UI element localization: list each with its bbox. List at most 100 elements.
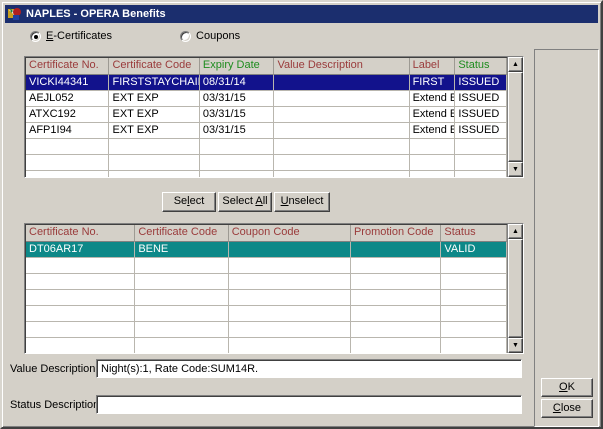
table-cell	[26, 322, 135, 338]
e-certificates-table: Certificate No.Certificate CodeExpiry Da…	[24, 56, 524, 178]
table-row[interactable]: AEJL052EXT EXP03/31/15 Extend ExpISSUED	[26, 91, 507, 107]
radio-coupons-label: Coupons	[196, 30, 240, 42]
dialog-button-panel: OK Close	[534, 49, 599, 427]
table-header-row: Certificate No.Certificate CodeCoupon Co…	[26, 225, 507, 242]
table-row[interactable]	[26, 139, 507, 155]
table-cell	[410, 139, 456, 155]
table-header-row: Certificate No.Certificate CodeExpiry Da…	[26, 58, 507, 75]
table-cell: Extend Exp	[410, 123, 456, 139]
column-header: Certificate No.	[26, 58, 109, 75]
table-cell	[135, 338, 228, 353]
select-all-button[interactable]: Select All	[218, 192, 272, 212]
coupons-table: Certificate No.Certificate CodeCoupon Co…	[24, 223, 524, 354]
scroll-up-icon[interactable]: ▲	[508, 57, 523, 72]
table-row[interactable]	[26, 258, 507, 274]
table-row[interactable]: ATXC192EXT EXP03/31/15 Extend ExpISSUED	[26, 107, 507, 123]
table-cell	[351, 274, 441, 290]
table-row[interactable]	[26, 274, 507, 290]
table-cell: 03/31/15	[200, 107, 275, 123]
table-cell	[135, 322, 228, 338]
scroll-up-icon[interactable]: ▲	[508, 224, 523, 239]
table-cell	[441, 322, 507, 338]
select-button[interactable]: Select	[162, 192, 216, 212]
table-cell	[200, 155, 275, 171]
column-header: Value Description	[274, 58, 409, 75]
table-cell	[109, 171, 199, 177]
scrollbar-track[interactable]	[508, 72, 523, 162]
table-cell	[274, 107, 409, 123]
scrollbar-thumb[interactable]	[508, 72, 523, 162]
app-icon	[8, 7, 22, 21]
table-cell: Extend Exp	[410, 91, 456, 107]
column-header: Status	[441, 225, 507, 242]
column-header: Certificate Code	[109, 58, 199, 75]
table-cell	[109, 139, 199, 155]
table-cell	[229, 290, 351, 306]
column-header: Certificate Code	[135, 225, 228, 242]
scroll-down-icon[interactable]: ▼	[508, 338, 523, 353]
table-cell	[135, 258, 228, 274]
table-cell	[26, 171, 109, 177]
table-cell	[200, 139, 275, 155]
status-description-field[interactable]	[96, 395, 522, 414]
column-header: Expiry Date	[200, 58, 275, 75]
table-cell	[274, 155, 409, 171]
table-cell	[200, 171, 275, 177]
close-button[interactable]: Close	[541, 399, 593, 418]
table-cell	[26, 306, 135, 322]
table-row[interactable]	[26, 338, 507, 353]
scroll-down-icon[interactable]: ▼	[508, 162, 523, 177]
table-cell	[351, 306, 441, 322]
certificate-type-radio-group: E-Certificates Coupons	[30, 30, 240, 42]
table-cell	[441, 306, 507, 322]
table-row[interactable]	[26, 290, 507, 306]
table-cell: ATXC192	[26, 107, 109, 123]
table-cell	[455, 139, 507, 155]
table-cell	[26, 290, 135, 306]
table-cell	[351, 258, 441, 274]
table-cell: VALID	[441, 242, 507, 258]
table-cell	[274, 139, 409, 155]
table-cell: FIRST	[410, 75, 456, 91]
table-cell	[274, 91, 409, 107]
title-bar: NAPLES - OPERA Benefits	[5, 5, 598, 23]
table-cell	[455, 155, 507, 171]
e-certificates-table-body: Certificate No.Certificate CodeExpiry Da…	[25, 57, 507, 177]
table-cell	[26, 274, 135, 290]
table-cell: 08/31/14	[200, 75, 275, 91]
radio-selected-icon[interactable]	[30, 31, 41, 42]
radio-e-certificates[interactable]: E-Certificates	[30, 30, 112, 42]
scrollbar-track[interactable]	[508, 239, 523, 338]
value-description-field[interactable]	[96, 359, 522, 378]
table-row[interactable]: VICKI44341FIRSTSTAYCHAIN08/31/14 FIRSTIS…	[26, 75, 507, 91]
table-cell	[274, 75, 409, 91]
table-cell: EXT EXP	[109, 91, 199, 107]
table-row[interactable]	[26, 171, 507, 177]
table-row[interactable]: DT06AR17BENE VALID	[26, 242, 507, 258]
radio-unselected-icon[interactable]	[180, 31, 191, 42]
table-row[interactable]: AFP1I94EXT EXP03/31/15 Extend ExpISSUED	[26, 123, 507, 139]
status-description-label: Status Description	[10, 399, 94, 411]
column-header: Coupon Code	[229, 225, 351, 242]
table-row[interactable]	[26, 306, 507, 322]
unselect-button[interactable]: Unselect	[274, 192, 330, 212]
table-cell: ISSUED	[455, 107, 507, 123]
coupons-scrollbar[interactable]: ▲ ▼	[507, 224, 523, 353]
table-row[interactable]	[26, 322, 507, 338]
table-cell	[274, 171, 409, 177]
table-cell: VICKI44341	[26, 75, 109, 91]
table-cell	[26, 155, 109, 171]
radio-e-certificates-label: E-Certificates	[46, 30, 112, 42]
e-certificates-scrollbar[interactable]: ▲ ▼	[507, 57, 523, 177]
table-cell: EXT EXP	[109, 123, 199, 139]
radio-coupons[interactable]: Coupons	[180, 30, 240, 42]
table-cell: FIRSTSTAYCHAIN	[109, 75, 199, 91]
table-cell	[351, 338, 441, 353]
table-row[interactable]	[26, 155, 507, 171]
scrollbar-thumb[interactable]	[508, 239, 523, 338]
table-cell	[135, 290, 228, 306]
table-cell	[26, 338, 135, 353]
ok-button[interactable]: OK	[541, 378, 593, 397]
value-description-label: Value Description	[10, 363, 94, 375]
table-cell	[229, 258, 351, 274]
